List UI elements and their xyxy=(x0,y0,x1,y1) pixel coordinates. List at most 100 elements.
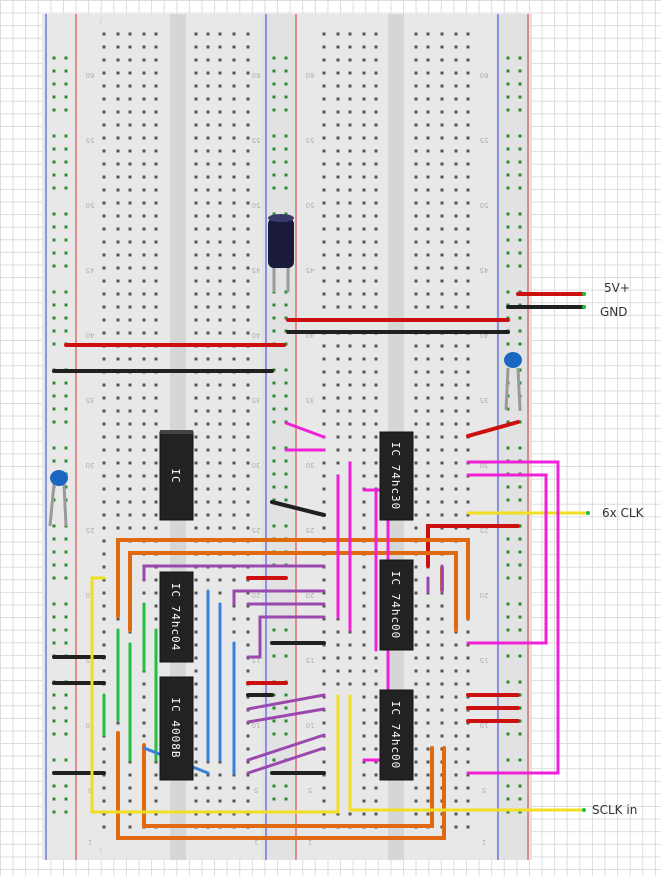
hole xyxy=(322,110,326,114)
hole xyxy=(102,409,106,413)
hole xyxy=(414,32,418,36)
hole xyxy=(362,149,366,153)
hole xyxy=(246,266,250,270)
hole xyxy=(232,201,236,205)
rail-hole xyxy=(52,212,56,216)
hole xyxy=(440,708,444,712)
hole xyxy=(414,110,418,114)
hole xyxy=(232,45,236,49)
hole xyxy=(102,669,106,673)
hole xyxy=(194,747,198,751)
hole xyxy=(102,461,106,465)
hole xyxy=(362,773,366,777)
hole xyxy=(116,305,120,309)
hole xyxy=(414,71,418,75)
hole xyxy=(362,110,366,114)
rail-hole xyxy=(64,693,68,697)
hole xyxy=(232,617,236,621)
hole xyxy=(218,331,222,335)
hole xyxy=(232,487,236,491)
hole xyxy=(466,383,470,387)
rail-hole xyxy=(518,563,522,567)
rail-hole xyxy=(518,82,522,86)
rail-hole xyxy=(284,719,288,723)
hole xyxy=(154,526,158,530)
hole xyxy=(414,58,418,62)
hole xyxy=(246,71,250,75)
rail-hole xyxy=(272,628,276,632)
hole xyxy=(414,526,418,530)
hole xyxy=(336,357,340,361)
row-number-label: 25 xyxy=(252,526,261,534)
hole xyxy=(336,292,340,296)
hole xyxy=(374,240,378,244)
rail-hole xyxy=(52,420,56,424)
rail-hole xyxy=(272,82,276,86)
rail-hole xyxy=(284,628,288,632)
hole xyxy=(454,305,458,309)
hole xyxy=(336,175,340,179)
hole xyxy=(142,695,146,699)
hole xyxy=(466,825,470,829)
hole xyxy=(348,435,352,439)
hole xyxy=(362,695,366,699)
rail-hole xyxy=(64,420,68,424)
hole xyxy=(374,799,378,803)
hole xyxy=(142,253,146,257)
hole xyxy=(128,305,132,309)
hole xyxy=(102,266,106,270)
row-number-label: 30 xyxy=(86,461,95,469)
rail-hole xyxy=(518,56,522,60)
hole xyxy=(116,240,120,244)
hole xyxy=(194,669,198,673)
hole xyxy=(322,45,326,49)
hole xyxy=(414,513,418,517)
hole xyxy=(322,721,326,725)
rail-hole xyxy=(272,329,276,333)
hole xyxy=(232,253,236,257)
hole xyxy=(232,513,236,517)
hole xyxy=(466,84,470,88)
hole xyxy=(194,201,198,205)
hole xyxy=(454,188,458,192)
hole xyxy=(128,448,132,452)
row-number-label: 30 xyxy=(252,461,261,469)
hole xyxy=(348,344,352,348)
hole xyxy=(454,656,458,660)
hole xyxy=(440,682,444,686)
rail-hole xyxy=(284,693,288,697)
hole xyxy=(194,695,198,699)
hole xyxy=(102,58,106,62)
hole xyxy=(218,175,222,179)
hole xyxy=(232,214,236,218)
hole xyxy=(116,721,120,725)
hole xyxy=(426,656,430,660)
hole xyxy=(218,513,222,517)
hole xyxy=(414,97,418,101)
hole xyxy=(102,474,106,478)
hole xyxy=(426,149,430,153)
ic-74hc04-label: IC 74hc04 xyxy=(169,583,182,652)
hole xyxy=(154,58,158,62)
hole xyxy=(336,32,340,36)
rail-hole xyxy=(64,732,68,736)
hole xyxy=(154,292,158,296)
hole xyxy=(440,357,444,361)
rail-hole xyxy=(64,797,68,801)
row-number-label: 60 xyxy=(480,71,489,79)
hole xyxy=(466,747,470,751)
hole xyxy=(348,188,352,192)
hole xyxy=(440,71,444,75)
hole xyxy=(426,110,430,114)
hole xyxy=(426,58,430,62)
hole xyxy=(426,695,430,699)
hole xyxy=(362,812,366,816)
hole xyxy=(142,162,146,166)
hole xyxy=(362,786,366,790)
rail-hole xyxy=(52,316,56,320)
rail-hole xyxy=(518,95,522,99)
hole xyxy=(336,45,340,49)
hole xyxy=(374,747,378,751)
hole xyxy=(466,136,470,140)
rail-hole xyxy=(64,290,68,294)
